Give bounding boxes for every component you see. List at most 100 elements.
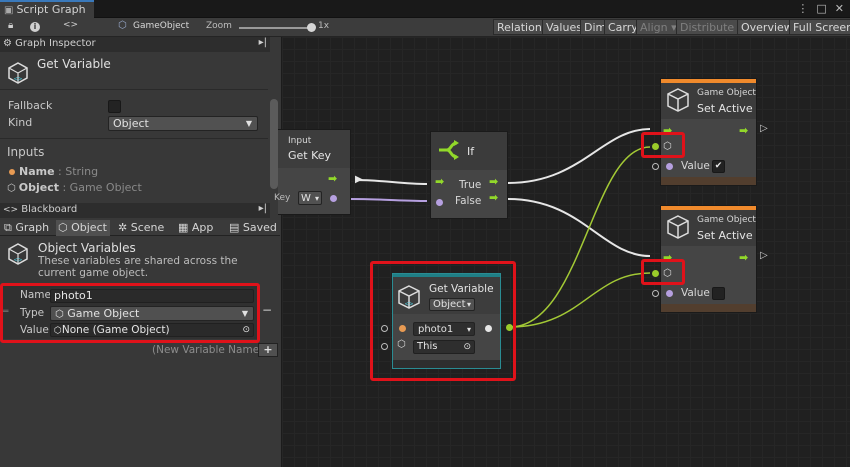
if-title: If — [467, 145, 475, 158]
node-footer — [393, 360, 500, 368]
full-screen-button[interactable]: Full Screen — [789, 19, 850, 35]
pin-icon[interactable]: ▸| — [259, 37, 267, 48]
get-variable-icon: <> — [8, 62, 28, 84]
get-key-subtitle: Input — [288, 136, 312, 146]
window-title-bar: ▣ Script Graph ⋮ □ ✕ — [0, 0, 850, 18]
tab-app[interactable]: ▦ App — [176, 220, 222, 236]
lock-icon[interactable]: 🔒︎ — [8, 20, 13, 31]
value-output-port[interactable] — [485, 325, 492, 332]
kind-dropdown[interactable]: Object ▾ — [429, 298, 475, 311]
name-input-port[interactable] — [381, 325, 388, 332]
target-field[interactable]: This ⊙ — [413, 340, 475, 354]
svg-text:<>: <> — [405, 300, 413, 308]
gameobject-icon: ⬡ — [118, 20, 127, 31]
highlight-box — [641, 259, 685, 285]
set-active-node[interactable]: Game Object Set Active ➡ ➡ ⬡ Value — [641, 205, 757, 313]
inputs-title: Inputs — [7, 145, 45, 159]
window-controls: ⋮ □ ✕ — [789, 2, 844, 15]
value-checkbox[interactable] — [712, 287, 725, 300]
highlight-box — [0, 283, 260, 343]
flow-output-arrow[interactable]: ➡ — [328, 172, 337, 185]
get-variable-icon: <> — [398, 285, 420, 309]
kind-value: Object — [113, 117, 149, 130]
zoom-value: 1x — [318, 21, 330, 31]
new-variable-name-input[interactable]: (New Variable Name) — [152, 344, 263, 356]
tab-scene[interactable]: ✲ Scene — [116, 220, 166, 236]
script-graph-window: ▣ Script Graph ⋮ □ ✕ 🔒︎ i <> ⬡ GameObject Z… — [0, 0, 850, 467]
flow-output-arrow[interactable]: ➡ — [739, 251, 748, 264]
more-options-icon[interactable]: ⋮ — [797, 2, 808, 15]
value-checkbox[interactable]: ✔ — [712, 160, 725, 173]
node-footer — [661, 304, 756, 312]
true-label: True — [459, 179, 482, 191]
flow-output-triangle[interactable]: ▷ — [760, 123, 768, 134]
string-port-icon — [9, 169, 15, 175]
tab-saved-label: Saved — [242, 221, 277, 234]
toolbar: 🔒︎ i <> ⬡ GameObject Zoom 1x Relations V… — [0, 18, 850, 37]
tab-object[interactable]: ⬡ Object — [56, 220, 110, 236]
get-key-node[interactable]: Input Get Key ➡ Key W ▾ — [274, 129, 351, 215]
gameobject-icon: ⬡ — [397, 339, 406, 350]
get-variable-header: <> Get Variable Object ▾ — [393, 274, 500, 314]
bool-port-icon — [666, 290, 673, 297]
true-output-arrow[interactable]: ➡ — [489, 175, 498, 188]
value-input-port[interactable] — [652, 163, 659, 170]
condition-input-port[interactable] — [436, 199, 443, 206]
info-icon[interactable]: i — [30, 22, 40, 32]
tab-graph[interactable]: ⧉ Graph — [2, 220, 52, 236]
add-variable-button[interactable]: + — [258, 343, 278, 357]
tab-app-label: App — [191, 221, 214, 234]
get-variable-title: Get Variable — [429, 283, 494, 295]
target-input-port[interactable] — [381, 343, 388, 350]
if-node[interactable]: If ➡ True ➡ False ➡ — [430, 131, 508, 219]
value-output-port[interactable] — [506, 324, 513, 331]
flow-input-arrow[interactable]: ➡ — [435, 175, 444, 188]
value-input-port[interactable] — [652, 290, 659, 297]
breadcrumb-gameobject[interactable]: GameObject — [133, 21, 189, 31]
get-variable-node[interactable]: <> Get Variable Object ▾ photo1 ▾ ⬡ This ⊙ — [381, 273, 501, 369]
key-dropdown[interactable]: W ▾ — [298, 191, 322, 205]
set-active-subtitle: Game Object — [697, 215, 756, 225]
input-name-row: Name : String — [9, 165, 98, 178]
input-object-row: ⬡ Object : Game Object — [7, 181, 142, 194]
input-name-type: : String — [54, 165, 99, 178]
flow-output-arrow[interactable]: ➡ — [739, 124, 748, 137]
inspector-scrollbar[interactable] — [270, 99, 278, 189]
zoom-slider-handle[interactable] — [307, 23, 316, 32]
kind-label: Kind — [8, 116, 33, 129]
flow-output-triangle[interactable]: ▷ — [760, 250, 768, 261]
tab-saved[interactable]: ▤ Saved — [227, 220, 277, 236]
value-wire — [509, 146, 651, 328]
set-active-header: Game Object Set Active — [661, 83, 756, 119]
fallback-checkbox[interactable] — [108, 100, 121, 113]
inspector-icon: ⚙ — [3, 38, 12, 49]
overview-button[interactable]: Overview — [737, 19, 797, 35]
code-icon[interactable]: <> — [63, 20, 78, 30]
chevron-down-icon: ▼ — [245, 119, 252, 128]
divider — [0, 138, 268, 139]
close-icon[interactable]: ✕ — [835, 2, 844, 15]
key-value: W — [301, 193, 311, 204]
kind-dropdown[interactable]: Object ▼ — [108, 116, 258, 131]
set-active-node[interactable]: Game Object Set Active ➡ ➡ ⬡ Value ✔ — [641, 78, 757, 186]
pin-icon[interactable]: ▸| — [259, 203, 267, 214]
script-graph-tab[interactable]: ▣ Script Graph — [0, 0, 94, 18]
kind-value: Object — [433, 299, 466, 310]
variable-name-dropdown[interactable]: photo1 ▾ — [413, 322, 475, 336]
graph-canvas[interactable]: Input Get Key ➡ Key W ▾ ▶ If ➡ True ➡ Fal… — [274, 37, 850, 467]
input-name-label: Name — [19, 165, 55, 178]
zoom-label: Zoom — [206, 21, 232, 31]
value-wire — [347, 198, 428, 202]
value-output-port[interactable] — [330, 195, 337, 202]
flow-wire — [355, 179, 428, 185]
blackboard-header: <> Blackboard ▸| — [0, 203, 270, 218]
maximize-icon[interactable]: □ — [816, 2, 826, 15]
object-picker-icon[interactable]: ⊙ — [463, 341, 471, 353]
highlight-box — [641, 132, 685, 158]
flow-output-triangle[interactable]: ▶ — [355, 174, 363, 185]
zoom-slider[interactable] — [239, 27, 311, 29]
remove-variable-button[interactable]: − — [262, 303, 272, 317]
string-port-icon — [399, 325, 406, 332]
align-dropdown[interactable]: Align ▾ — [636, 19, 681, 35]
false-output-arrow[interactable]: ➡ — [489, 191, 498, 204]
